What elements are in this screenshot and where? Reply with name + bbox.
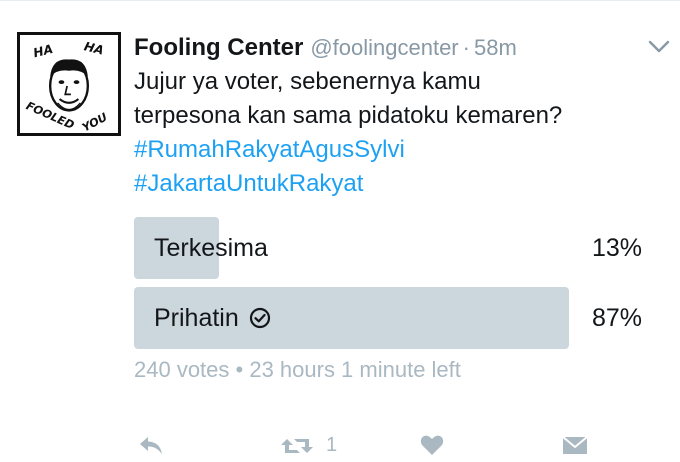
hashtag-link[interactable]: #JakartaUntukRakyat xyxy=(134,167,654,201)
poll-option-percent: 87% xyxy=(591,304,642,332)
poll: Terkesima 13% Prihatin 87% 240 votes • 2… xyxy=(134,217,642,383)
tweet-text: Jujur ya voter, sebenernya kamu terpeson… xyxy=(134,65,654,201)
check-circle-icon xyxy=(249,307,270,329)
tweet-text-line: terpesona kan sama pidatoku kemaren? xyxy=(134,102,563,129)
poll-option: Terkesima 13% xyxy=(134,217,642,279)
tweet-content: Fooling Center @foolingcenter · 58m Juju… xyxy=(134,34,654,383)
retweet-count: 1 xyxy=(326,434,338,456)
author-name[interactable]: Fooling Center xyxy=(134,34,303,62)
avatar-image: HA HA FOOLED YOU xyxy=(20,35,118,133)
retweet-icon xyxy=(281,438,313,453)
tweet-text-line: Jujur ya voter, sebenernya kamu xyxy=(134,68,481,95)
envelope-icon xyxy=(562,436,588,454)
tweet-header: Fooling Center @foolingcenter · 58m xyxy=(134,34,654,62)
timestamp[interactable]: 58m xyxy=(474,35,517,61)
heart-icon xyxy=(420,435,444,455)
reply-icon xyxy=(140,437,162,454)
poll-option-text: Terkesima xyxy=(154,234,268,262)
top-divider xyxy=(0,0,680,1)
poll-option-text: Prihatin xyxy=(154,304,239,332)
reply-button[interactable] xyxy=(138,434,164,456)
avatar[interactable]: HA HA FOOLED YOU xyxy=(17,32,121,136)
poll-meta: 240 votes • 23 hours 1 minute left xyxy=(134,357,461,382)
tweet-actions: 1 xyxy=(134,434,654,462)
retweet-button[interactable]: 1 xyxy=(280,434,337,457)
poll-option-percent: 13% xyxy=(591,234,642,262)
hashtag-link[interactable]: #RumahRakyatAgusSylvi xyxy=(134,133,654,167)
author-handle[interactable]: @foolingcenter xyxy=(310,35,458,61)
separator: · xyxy=(462,35,470,60)
poll-option-label: Prihatin xyxy=(154,287,271,349)
poll-option-label: Terkesima xyxy=(154,217,268,279)
message-button[interactable] xyxy=(562,434,588,456)
like-button[interactable] xyxy=(420,434,444,456)
poll-option: Prihatin 87% xyxy=(134,287,642,349)
